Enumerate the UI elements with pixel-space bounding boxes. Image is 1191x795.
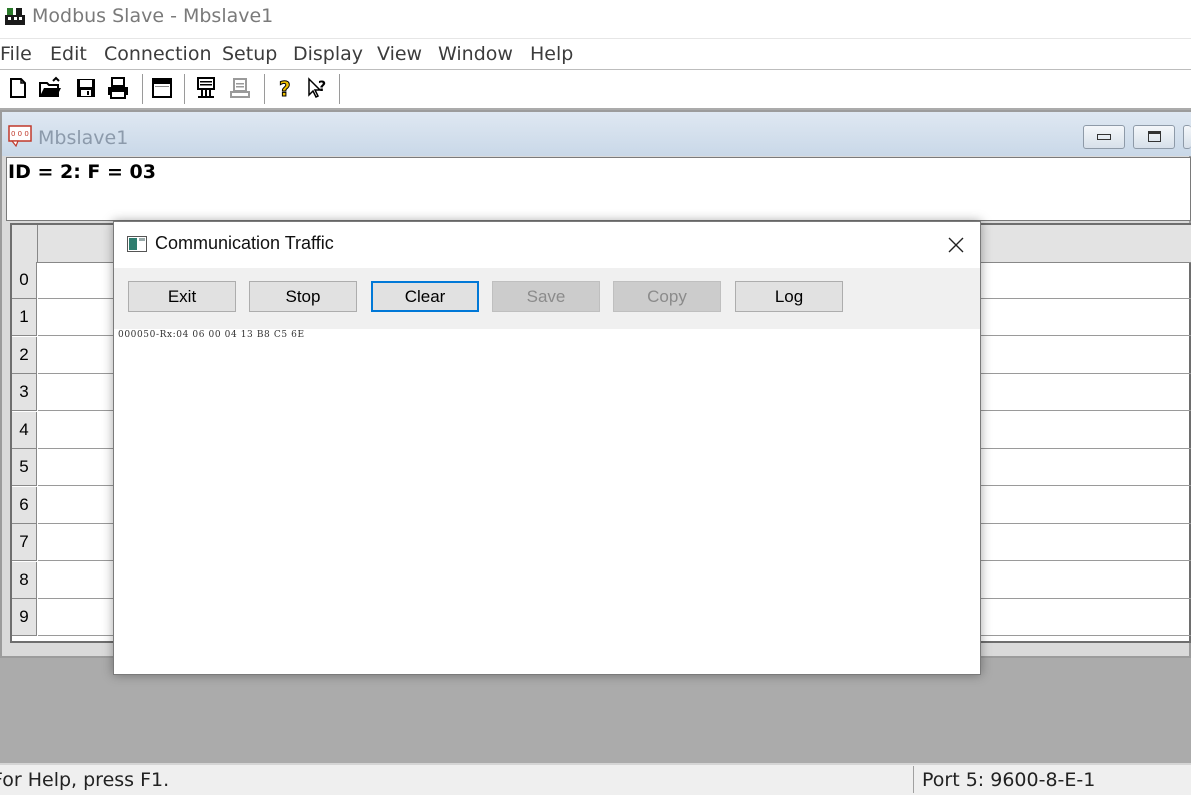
disconnect-icon[interactable] bbox=[228, 76, 252, 100]
status-port-text: Port 5: 9600-8-E-1 bbox=[922, 769, 1096, 791]
modbus-app-icon bbox=[5, 8, 25, 25]
document-icon: 0 0 0 bbox=[8, 125, 32, 147]
help-icon[interactable]: ? bbox=[273, 76, 297, 101]
svg-text:?: ? bbox=[318, 79, 326, 95]
menu-help[interactable]: Help bbox=[530, 43, 573, 65]
close-child-button[interactable] bbox=[1183, 125, 1191, 149]
row-header[interactable]: 4 bbox=[12, 412, 37, 449]
clear-button[interactable]: Clear bbox=[371, 281, 479, 312]
row-header[interactable]: 7 bbox=[12, 524, 37, 561]
menu-file[interactable]: File bbox=[0, 43, 32, 65]
save-button[interactable]: Save bbox=[492, 281, 600, 312]
menu-view[interactable]: View bbox=[377, 43, 422, 65]
open-folder-icon[interactable] bbox=[38, 76, 62, 100]
print-icon[interactable] bbox=[106, 76, 130, 100]
exit-button[interactable]: Exit bbox=[128, 281, 236, 312]
id-info-pane bbox=[6, 157, 1191, 221]
menu-bar: File Edit Connection Setup Display View … bbox=[0, 38, 1191, 69]
row-header[interactable]: 9 bbox=[12, 599, 37, 636]
copy-button[interactable]: Copy bbox=[613, 281, 721, 312]
child-window-caption[interactable] bbox=[2, 112, 1191, 156]
status-help-text: For Help, press F1. bbox=[0, 769, 170, 791]
svg-text:0 0 0: 0 0 0 bbox=[11, 130, 29, 138]
row-header[interactable]: 8 bbox=[12, 562, 37, 599]
menu-window[interactable]: Window bbox=[438, 43, 513, 65]
row-header[interactable]: 1 bbox=[12, 299, 37, 336]
row-header[interactable]: 3 bbox=[12, 374, 37, 411]
save-icon[interactable] bbox=[74, 76, 98, 100]
menu-connection[interactable]: Connection bbox=[104, 43, 212, 65]
row-header[interactable]: 2 bbox=[12, 337, 37, 374]
stop-button[interactable]: Stop bbox=[249, 281, 357, 312]
slave-id-function-label: ID = 2: F = 03 bbox=[8, 161, 156, 183]
grid-corner-cell[interactable] bbox=[12, 225, 38, 263]
minimize-button[interactable] bbox=[1083, 125, 1125, 149]
traffic-window-icon bbox=[127, 236, 147, 252]
child-window-title: Mbslave1 bbox=[38, 127, 129, 149]
window-title: Modbus Slave - Mbslave1 bbox=[32, 5, 274, 27]
svg-text:?: ? bbox=[279, 77, 291, 100]
traffic-log-line: 000050-Rx:04 06 00 04 13 B8 C5 6E bbox=[118, 330, 305, 340]
connect-icon[interactable] bbox=[194, 76, 218, 100]
close-icon[interactable] bbox=[940, 231, 972, 259]
window-icon[interactable] bbox=[150, 76, 174, 100]
row-header[interactable]: 5 bbox=[12, 449, 37, 486]
toolbar: ? ? bbox=[0, 69, 1191, 110]
row-header[interactable]: 6 bbox=[12, 487, 37, 524]
menu-edit[interactable]: Edit bbox=[50, 43, 87, 65]
log-button[interactable]: Log bbox=[735, 281, 843, 312]
new-document-icon[interactable] bbox=[6, 76, 30, 100]
context-help-icon[interactable]: ? bbox=[306, 76, 330, 100]
row-header[interactable]: 0 bbox=[12, 262, 37, 299]
dialog-title: Communication Traffic bbox=[155, 233, 334, 253]
menu-setup[interactable]: Setup bbox=[222, 43, 277, 65]
restore-button[interactable] bbox=[1133, 125, 1175, 149]
menu-display[interactable]: Display bbox=[293, 43, 363, 65]
